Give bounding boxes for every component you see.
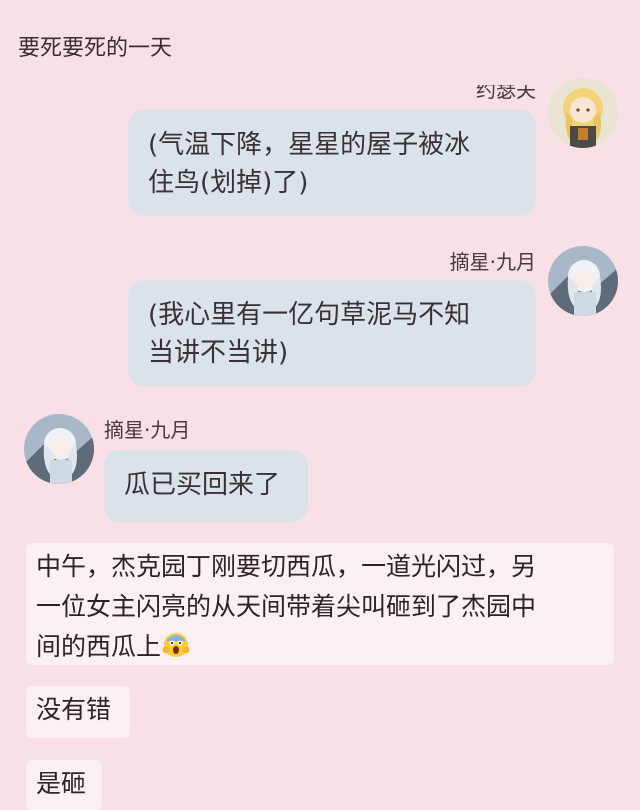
narration-text: 是砸 <box>36 769 87 798</box>
sender-name: 约瑟夫 <box>476 78 536 102</box>
sender-name: 摘星·九月 <box>104 418 191 442</box>
message-bubble: (气温下降，星星的屋子被冰 住鸟(划掉)了) <box>128 110 536 216</box>
message-line: (气温下降，星星的屋子被冰 <box>148 130 471 160</box>
silver-hair-girl-avatar-icon[interactable] <box>548 246 618 316</box>
message-line: (我心里有一亿句草泥马不知 <box>148 300 471 330</box>
narration-card: 中午，杰克园丁刚要切西瓜，一道光闪过，另 一位女主闪亮的从天间带着尖叫砸到了杰园… <box>26 543 614 665</box>
narration-line: 一位女主闪亮的从天间带着尖叫砸到了杰园中 <box>36 592 537 621</box>
sender-name: 摘星·九月 <box>449 250 536 274</box>
page-title: 要死要死的一天 <box>18 36 173 61</box>
message-bubble: (我心里有一亿句草泥马不知 当讲不当讲) <box>128 280 536 386</box>
message-text: 瓜已买回来了 <box>124 470 281 500</box>
blonde-girl-avatar-icon[interactable] <box>548 78 618 148</box>
message-bubble: 瓜已买回来了 <box>104 450 308 522</box>
narration-text: 没有错 <box>36 695 112 724</box>
screaming-face-emoji-icon <box>161 629 191 659</box>
narration-card: 没有错 <box>26 686 130 738</box>
message-line: 当讲不当讲) <box>148 338 289 368</box>
narration-line: 间的西瓜上 <box>36 627 604 667</box>
narration-text: 间的西瓜上 <box>36 632 162 661</box>
message-line: 住鸟(划掉)了) <box>148 168 309 198</box>
silver-hair-girl-avatar-icon[interactable] <box>24 414 94 484</box>
narration-line: 中午，杰克园丁刚要切西瓜，一道光闪过，另 <box>36 552 537 581</box>
